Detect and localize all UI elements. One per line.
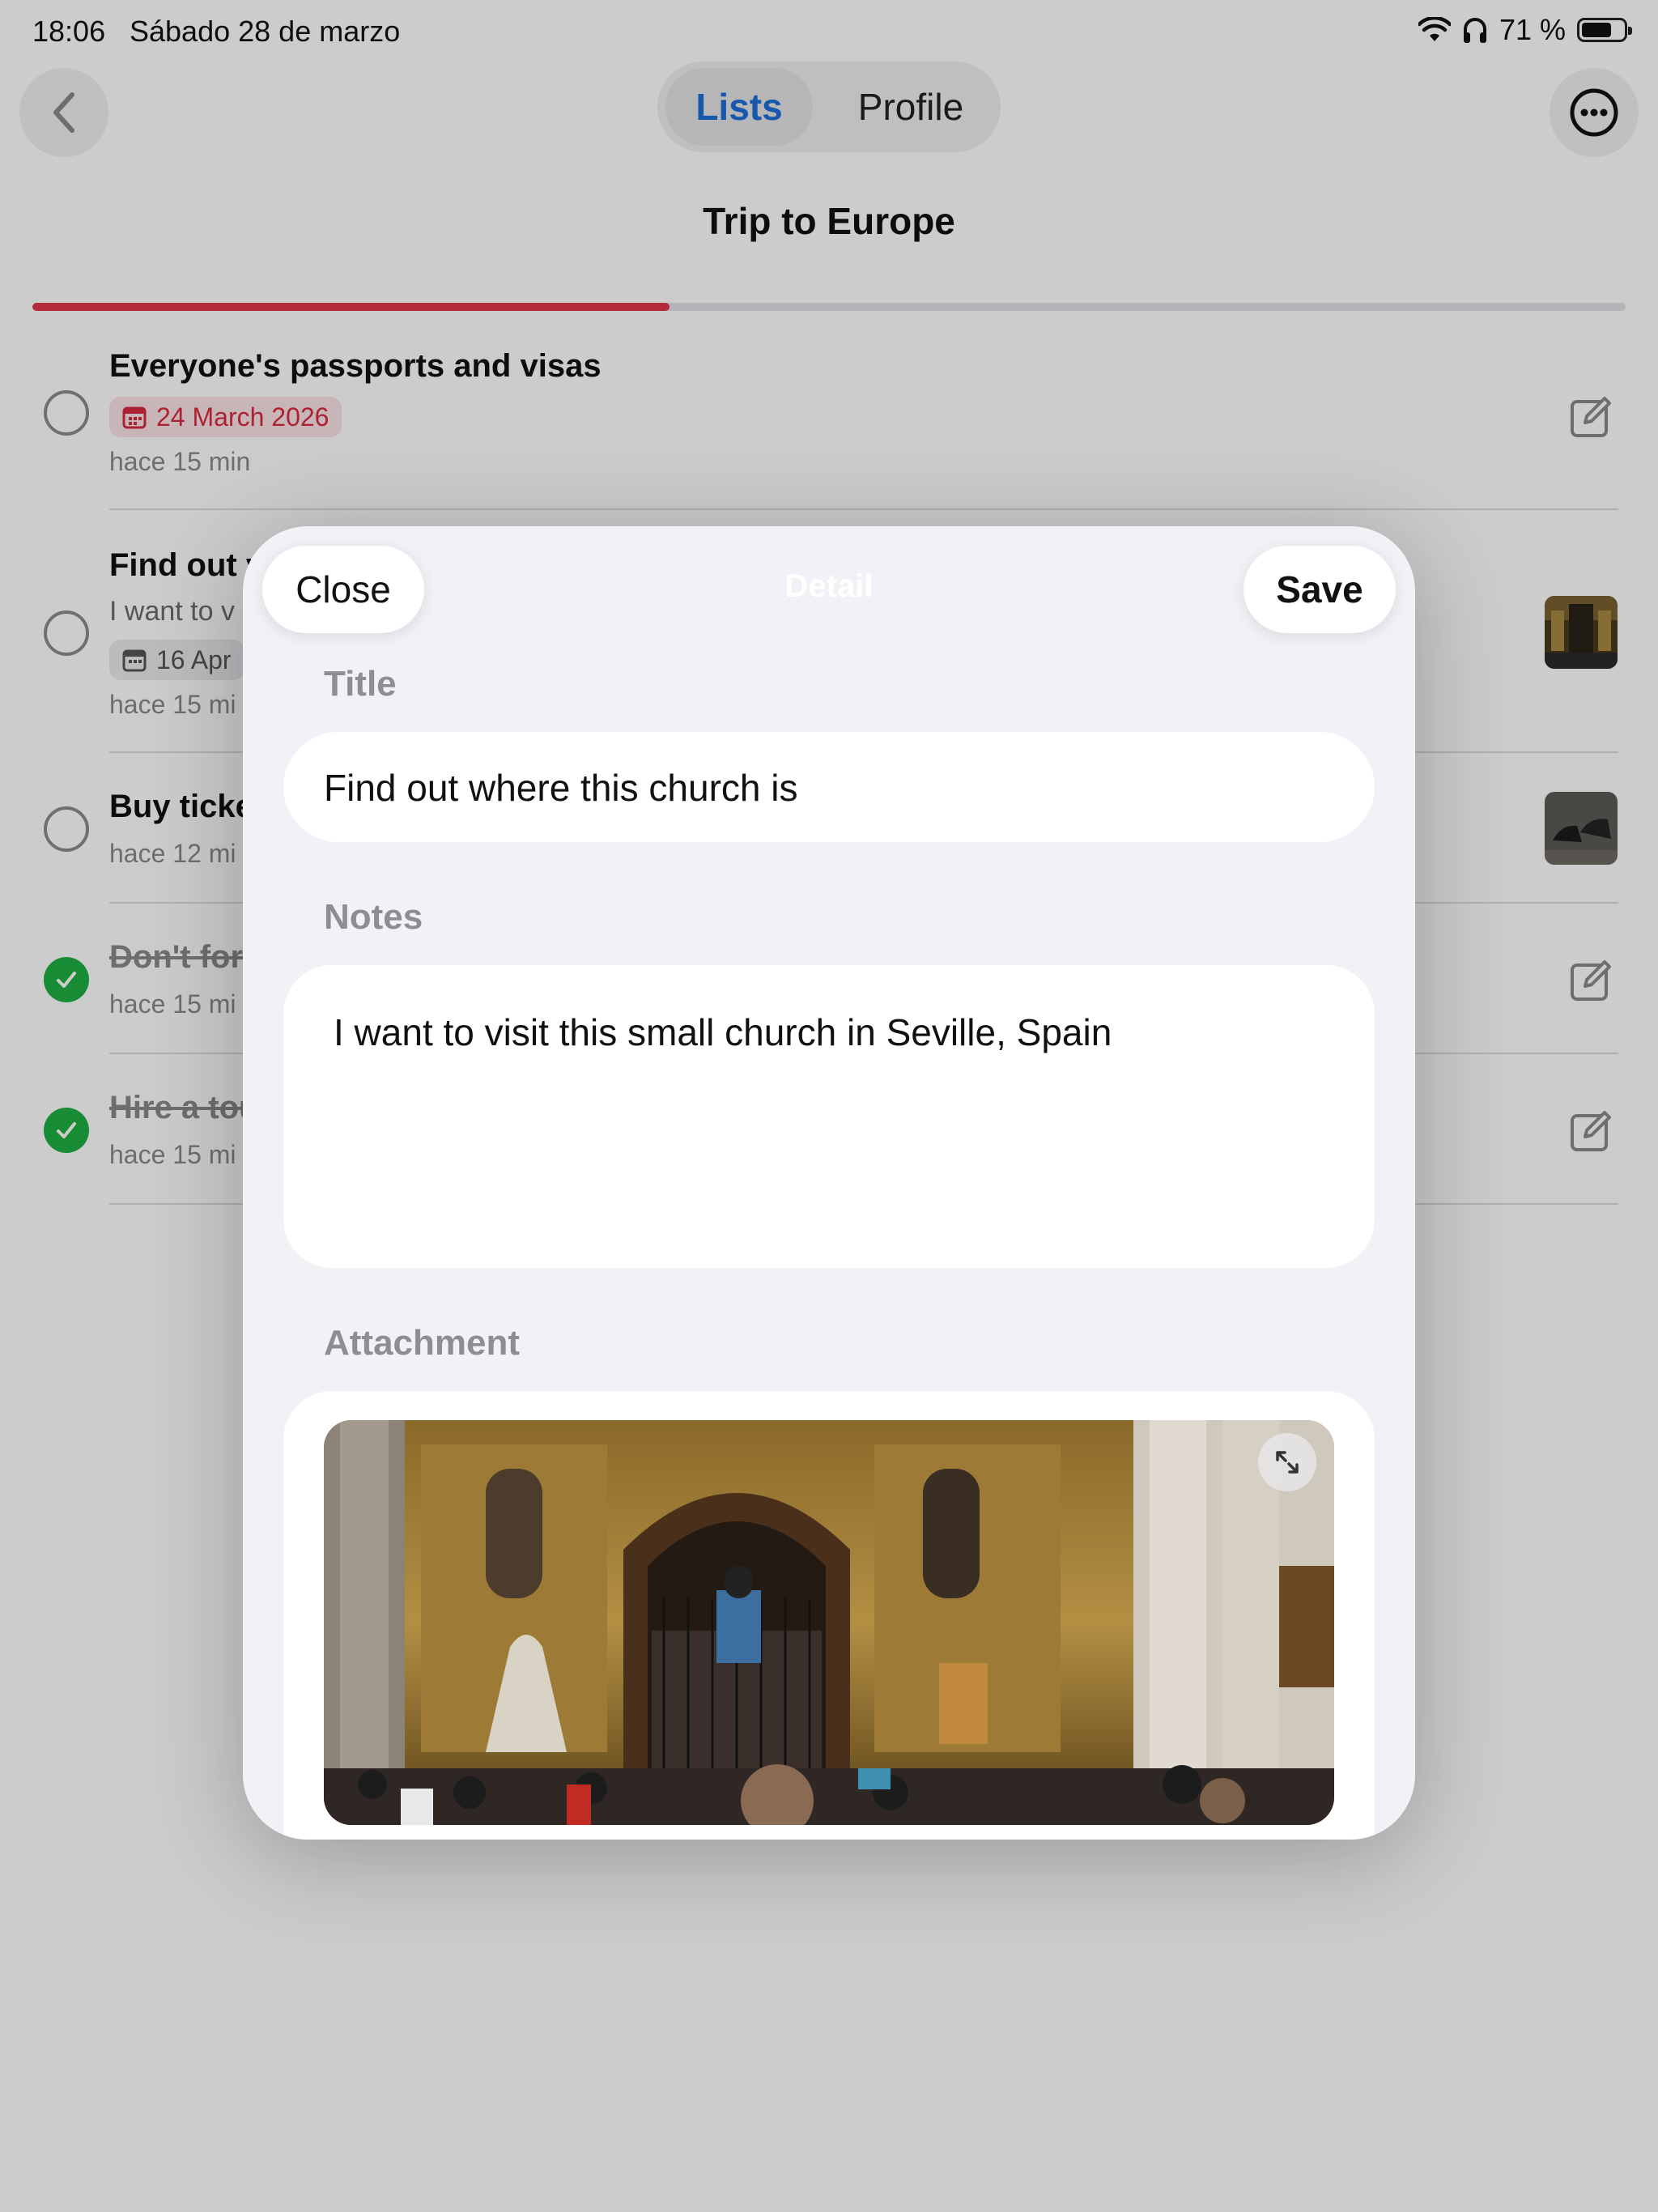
notes-field[interactable]: I want to visit this small church in Sev… bbox=[283, 965, 1375, 1268]
attachment-label: Attachment bbox=[324, 1323, 521, 1363]
title-field[interactable]: Find out where this church is bbox=[283, 732, 1375, 842]
title-label: Title bbox=[324, 664, 397, 704]
attachment-image[interactable] bbox=[324, 1420, 1334, 1825]
notes-label: Notes bbox=[324, 897, 423, 937]
detail-sheet: Close Detail Save Title Find out where t… bbox=[243, 526, 1415, 1840]
notes-value: I want to visit this small church in Sev… bbox=[334, 1011, 1112, 1053]
expand-arrows-icon bbox=[1276, 1451, 1299, 1474]
expand-button[interactable] bbox=[1258, 1433, 1316, 1491]
save-button[interactable]: Save bbox=[1244, 546, 1396, 633]
church-altar-photo bbox=[324, 1420, 1334, 1825]
attachment-card bbox=[283, 1391, 1375, 1840]
title-value: Find out where this church is bbox=[324, 767, 798, 809]
sheet-title: Detail bbox=[784, 568, 874, 604]
app-screen: 18:06 Sábado 28 de marzo 71 % Lists Prof… bbox=[0, 0, 1658, 2212]
